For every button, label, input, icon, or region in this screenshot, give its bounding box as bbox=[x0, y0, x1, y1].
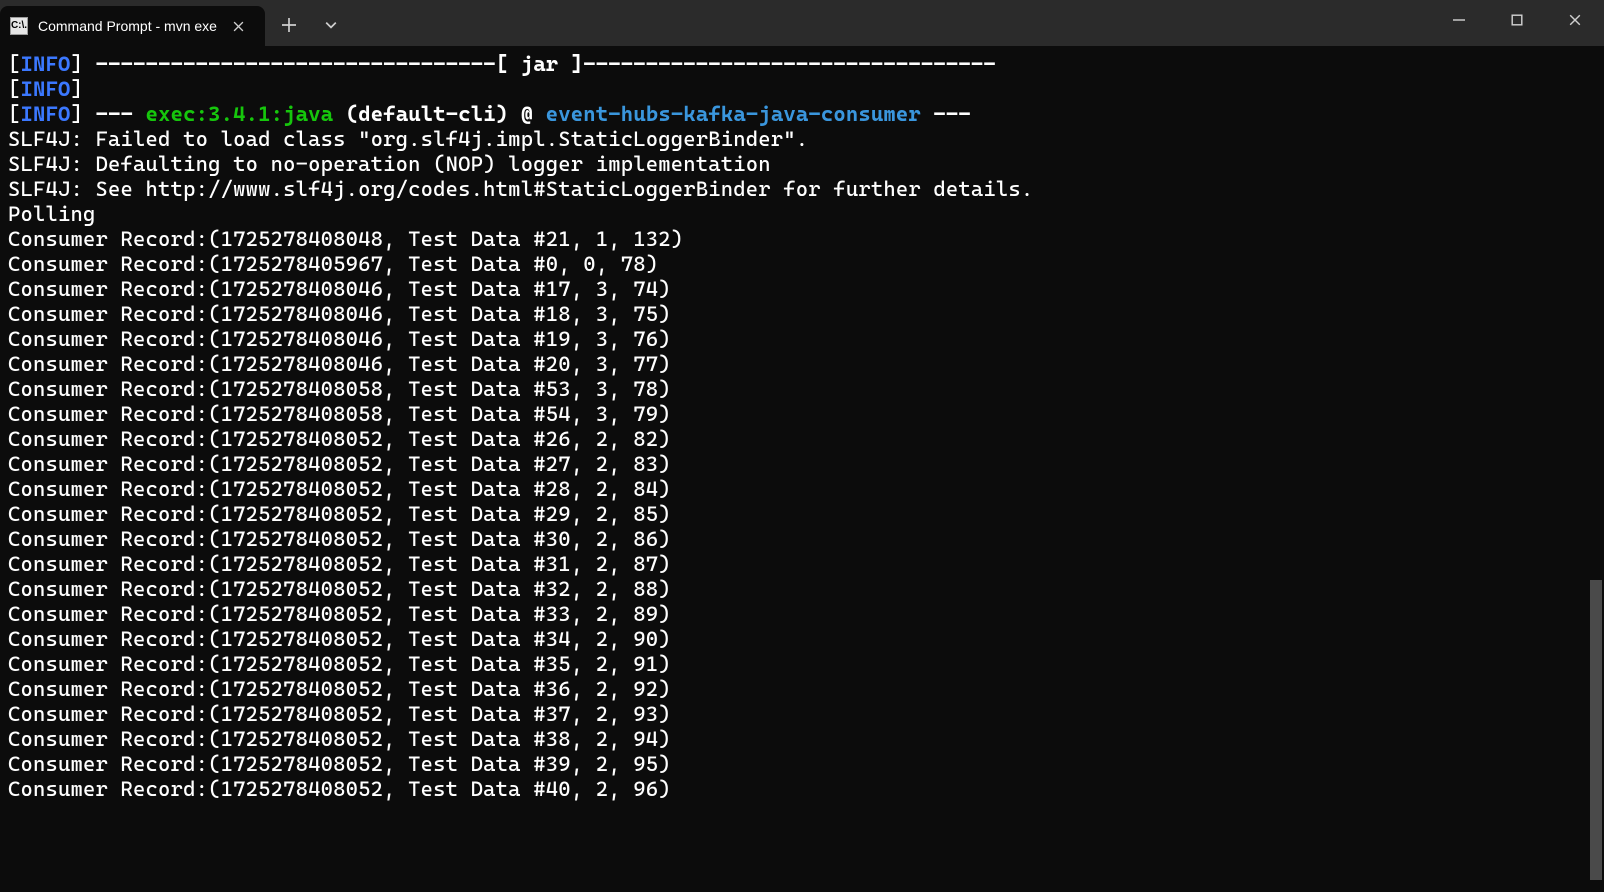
consumer-record-line: Consumer Record:(1725278408052, Test Dat… bbox=[8, 677, 1596, 702]
log-line: SLF4J: See http://www.slf4j.org/codes.ht… bbox=[8, 177, 1596, 202]
consumer-record-line: Consumer Record:(1725278408052, Test Dat… bbox=[8, 502, 1596, 527]
terminal-output[interactable]: [INFO] --------------------------------[… bbox=[0, 46, 1604, 802]
log-line: Polling bbox=[8, 202, 1596, 227]
consumer-record-line: Consumer Record:(1725278408052, Test Dat… bbox=[8, 427, 1596, 452]
consumer-record-line: Consumer Record:(1725278408046, Test Dat… bbox=[8, 302, 1596, 327]
consumer-record-line: Consumer Record:(1725278408058, Test Dat… bbox=[8, 402, 1596, 427]
terminal-tab[interactable]: C:\. Command Prompt - mvn exe bbox=[0, 6, 265, 46]
minimize-icon bbox=[1453, 14, 1465, 26]
consumer-record-line: Consumer Record:(1725278408046, Test Dat… bbox=[8, 327, 1596, 352]
tab-actions bbox=[269, 0, 351, 46]
consumer-record-line: Consumer Record:(1725278408052, Test Dat… bbox=[8, 627, 1596, 652]
tab-title: Command Prompt - mvn exe bbox=[38, 18, 217, 34]
window-controls bbox=[1430, 0, 1604, 46]
chevron-down-icon bbox=[325, 19, 337, 31]
log-line: [INFO] bbox=[8, 77, 1596, 102]
cmd-icon: C:\. bbox=[10, 17, 28, 35]
close-icon bbox=[233, 21, 244, 32]
consumer-record-line: Consumer Record:(1725278405967, Test Dat… bbox=[8, 252, 1596, 277]
consumer-record-line: Consumer Record:(1725278408052, Test Dat… bbox=[8, 577, 1596, 602]
close-icon bbox=[1569, 14, 1581, 26]
scrollbar-thumb[interactable] bbox=[1590, 580, 1602, 880]
maximize-button[interactable] bbox=[1488, 0, 1546, 40]
minimize-button[interactable] bbox=[1430, 0, 1488, 40]
plus-icon bbox=[282, 18, 296, 32]
consumer-record-line: Consumer Record:(1725278408052, Test Dat… bbox=[8, 602, 1596, 627]
consumer-record-line: Consumer Record:(1725278408052, Test Dat… bbox=[8, 477, 1596, 502]
consumer-record-line: Consumer Record:(1725278408052, Test Dat… bbox=[8, 452, 1596, 477]
consumer-record-line: Consumer Record:(1725278408052, Test Dat… bbox=[8, 777, 1596, 802]
consumer-record-line: Consumer Record:(1725278408058, Test Dat… bbox=[8, 377, 1596, 402]
window-close-button[interactable] bbox=[1546, 0, 1604, 40]
tab-dropdown-button[interactable] bbox=[311, 5, 351, 45]
consumer-record-line: Consumer Record:(1725278408052, Test Dat… bbox=[8, 752, 1596, 777]
consumer-record-line: Consumer Record:(1725278408052, Test Dat… bbox=[8, 727, 1596, 752]
consumer-record-line: Consumer Record:(1725278408052, Test Dat… bbox=[8, 652, 1596, 677]
log-line: SLF4J: Failed to load class "org.slf4j.i… bbox=[8, 127, 1596, 152]
log-line: [INFO] --------------------------------[… bbox=[8, 52, 1596, 77]
log-line: SLF4J: Defaulting to no-operation (NOP) … bbox=[8, 152, 1596, 177]
titlebar: C:\. Command Prompt - mvn exe bbox=[0, 0, 1604, 46]
new-tab-button[interactable] bbox=[269, 5, 309, 45]
titlebar-spacer bbox=[351, 0, 1430, 46]
consumer-record-line: Consumer Record:(1725278408052, Test Dat… bbox=[8, 552, 1596, 577]
consumer-record-line: Consumer Record:(1725278408048, Test Dat… bbox=[8, 227, 1596, 252]
consumer-record-line: Consumer Record:(1725278408046, Test Dat… bbox=[8, 277, 1596, 302]
consumer-record-line: Consumer Record:(1725278408052, Test Dat… bbox=[8, 527, 1596, 552]
consumer-record-line: Consumer Record:(1725278408046, Test Dat… bbox=[8, 352, 1596, 377]
consumer-record-line: Consumer Record:(1725278408052, Test Dat… bbox=[8, 702, 1596, 727]
log-line: [INFO] --- exec:3.4.1:java (default-cli)… bbox=[8, 102, 1596, 127]
tab-close-button[interactable] bbox=[227, 14, 251, 38]
maximize-icon bbox=[1511, 14, 1523, 26]
